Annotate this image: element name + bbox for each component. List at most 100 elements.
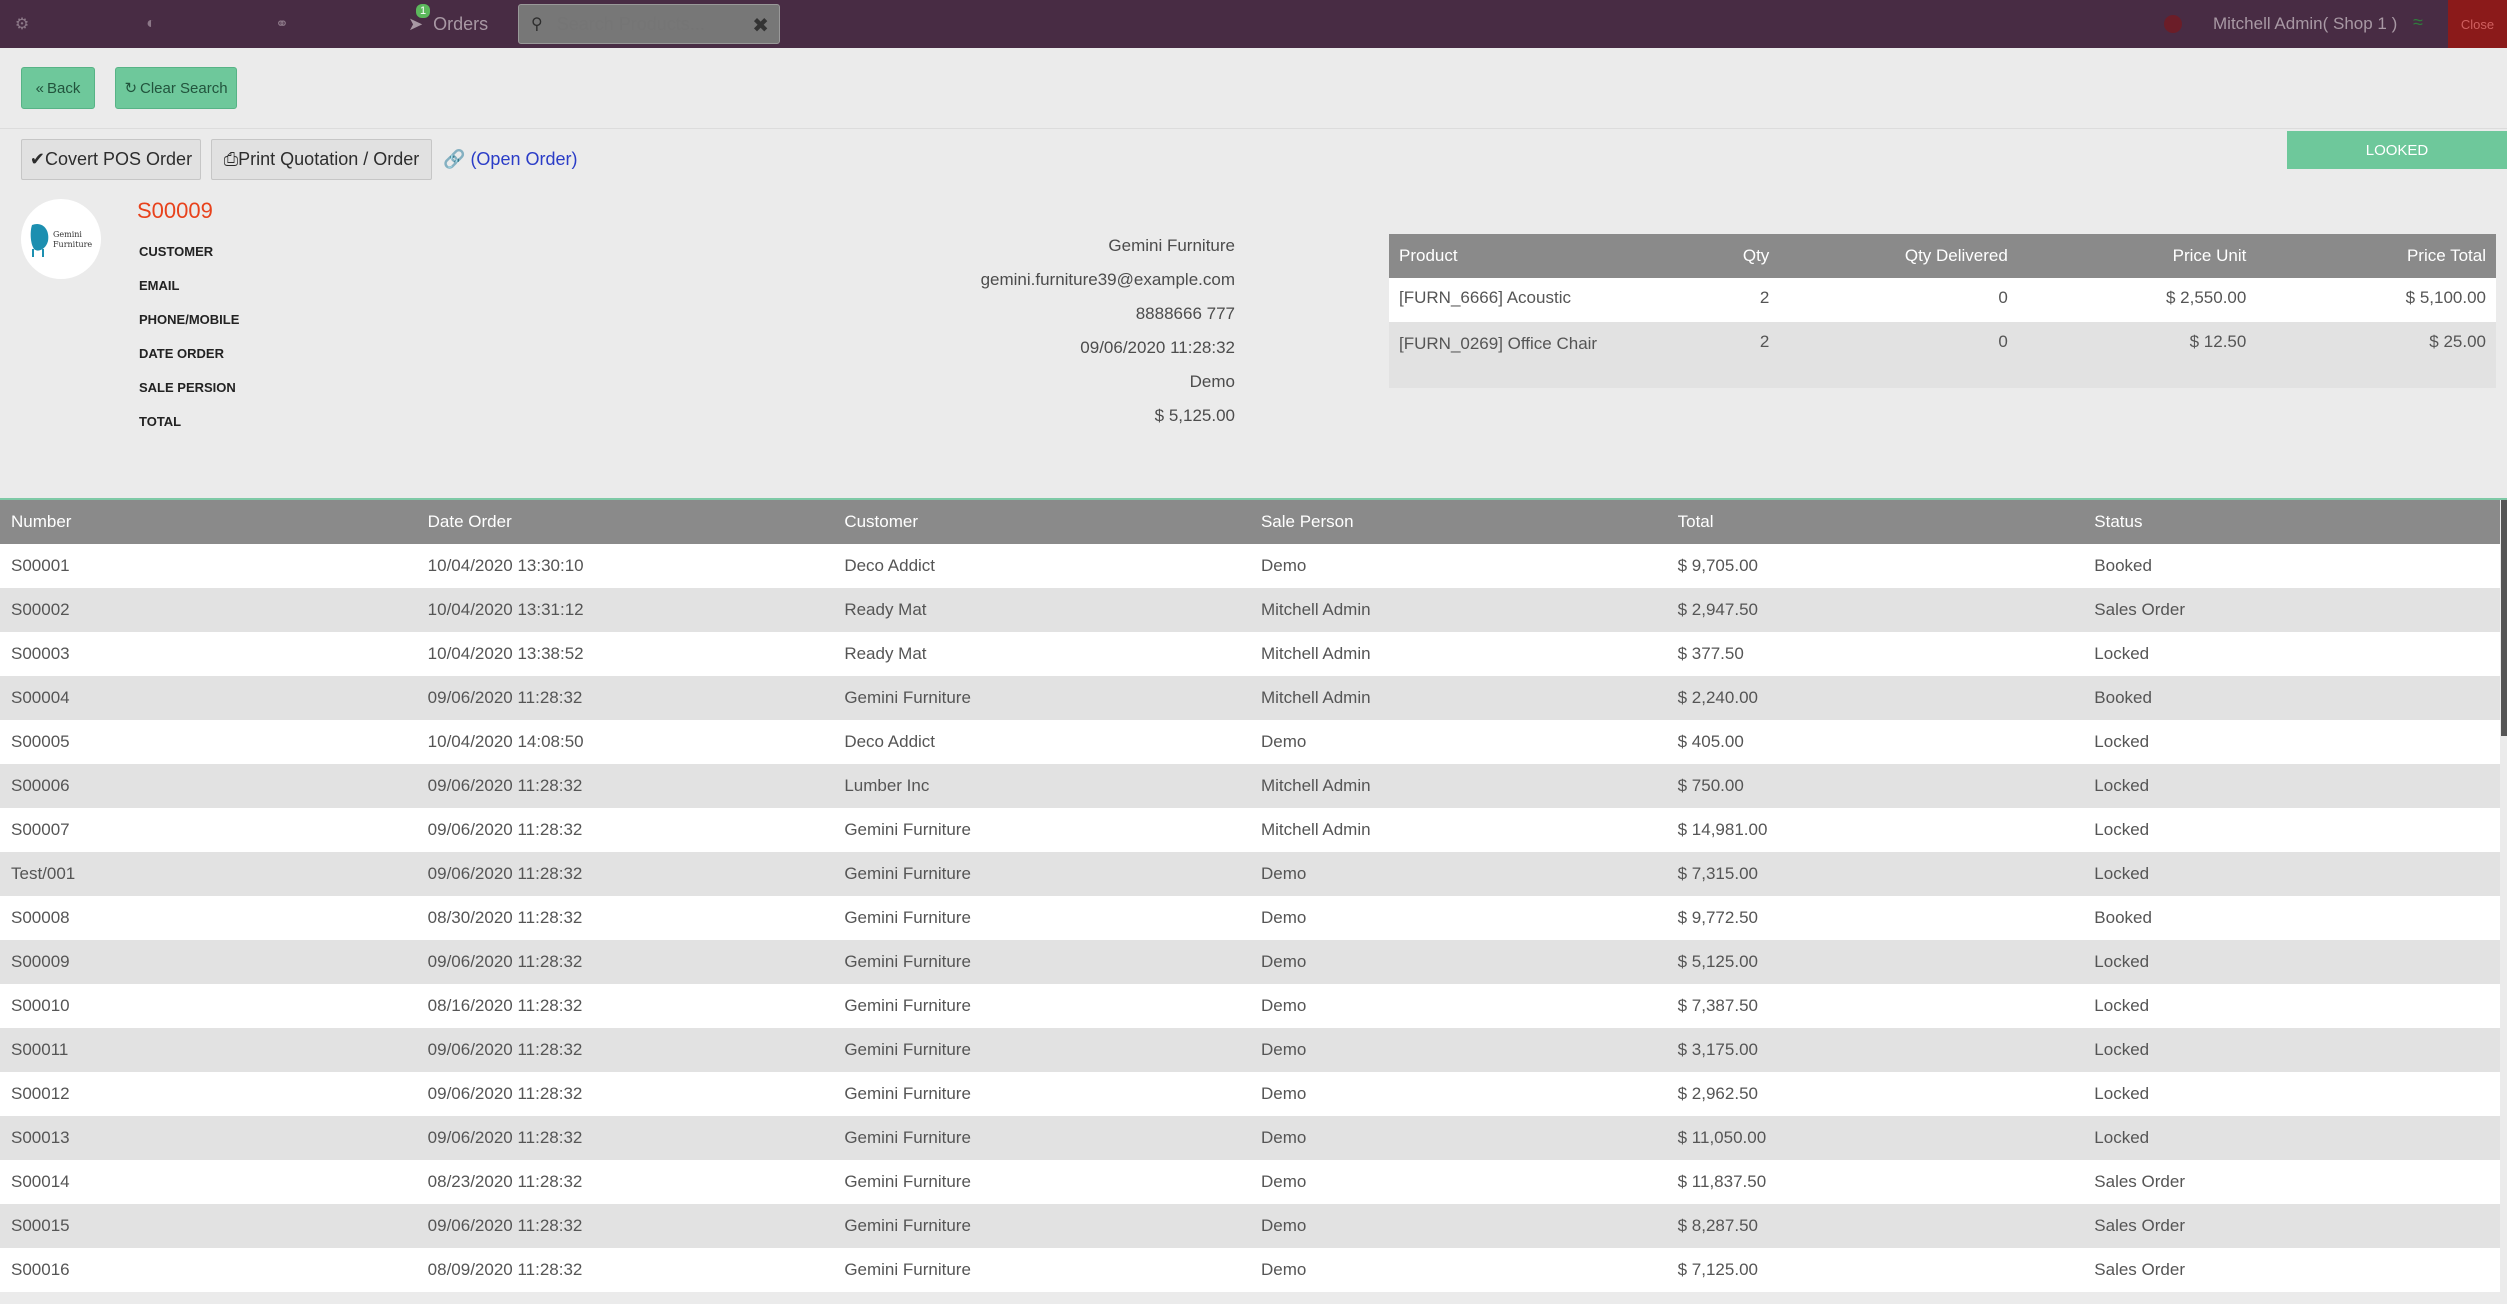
line-qty: 2 — [1670, 322, 1780, 388]
line-unit: $ 2,550.00 — [2017, 278, 2257, 322]
line-total: $ 25.00 — [2256, 322, 2496, 388]
date-order-label: DATE ORDER — [139, 346, 224, 361]
order-sale-person-cell: Demo — [1249, 984, 1667, 1028]
order-row[interactable]: S00015 09/06/2020 11:28:32 Gemini Furnitur… — [0, 1204, 2500, 1248]
order-total-cell: $ 9,705.00 — [1666, 544, 2084, 588]
order-status-cell: Locked — [2083, 1028, 2500, 1072]
order-number-cell: S00006 — [0, 764, 417, 808]
scrollbar[interactable] — [2501, 500, 2507, 736]
user-label[interactable]: Mitchell Admin( Shop 1 ) — [2213, 0, 2397, 48]
order-total-cell: $ 7,387.50 — [1666, 984, 2084, 1028]
line-unit: $ 12.50 — [2017, 322, 2257, 388]
rocket-icon: ➤ 1 — [408, 3, 431, 35]
order-number-cell: S00004 — [0, 676, 417, 720]
order-sale-person-cell: Mitchell Admin — [1249, 588, 1667, 632]
col-customer: Customer — [833, 500, 1250, 544]
phone-value: 8888666 777 — [1135, 304, 1235, 323]
order-number-cell: S00016 — [0, 1248, 417, 1292]
sale-person-label: SALE PERSION — [139, 380, 236, 395]
clear-search-label: Clear Search — [140, 79, 228, 97]
order-lines-table: Product Qty Qty Delivered Price Unit Pri… — [1389, 234, 2496, 388]
order-number-cell: S00003 — [0, 632, 417, 676]
clear-search-icon[interactable]: ✖ — [752, 13, 769, 38]
order-row[interactable]: S00009 09/06/2020 11:28:32 Gemini Furnitur… — [0, 940, 2500, 984]
settings-icon[interactable]: ⚙ — [12, 14, 32, 34]
line-total: $ 5,100.00 — [2256, 278, 2496, 322]
order-number-cell: S00007 — [0, 808, 417, 852]
order-date-cell: 10/04/2020 13:38:52 — [416, 632, 834, 676]
order-row[interactable]: S00014 08/23/2020 11:28:32 Gemini Furnitur… — [0, 1160, 2500, 1204]
order-date-cell: 10/04/2020 13:31:12 — [416, 588, 834, 632]
order-number: S00009 — [137, 198, 213, 223]
order-number-cell: S00014 — [0, 1160, 417, 1204]
close-button[interactable]: Close — [2448, 0, 2507, 48]
order-date-cell: 09/06/2020 11:28:32 — [416, 940, 834, 984]
back-button[interactable]: «Back — [21, 67, 95, 109]
search-box: ⚲ ✖ — [518, 4, 780, 44]
order-row[interactable]: S00012 09/06/2020 11:28:32 Gemini Furnitur… — [0, 1072, 2500, 1116]
wifi-icon: ≈ — [2413, 12, 2423, 32]
orders-button[interactable]: ➤ 1 Orders — [408, 0, 488, 48]
order-customer-cell: Deco Addict — [833, 544, 1250, 588]
customer-logo: Gemini Furniture — [21, 199, 101, 279]
orders-header: Number Date Order Customer Sale Person T… — [0, 500, 2500, 544]
order-row[interactable]: S00001 10/04/2020 13:30:10 Deco Addict Demo… — [0, 544, 2500, 588]
order-status-cell: Locked — [2083, 1116, 2500, 1160]
order-row[interactable]: S00005 10/04/2020 14:08:50 Deco Addict Demo… — [0, 720, 2500, 764]
order-row[interactable]: S00003 10/04/2020 13:38:52 Ready Mat Mitche… — [0, 632, 2500, 676]
order-status-cell: Locked — [2083, 1072, 2500, 1116]
open-order-link[interactable]: 🔗 (Open Order) — [443, 149, 577, 170]
order-date-cell: 09/06/2020 11:28:32 — [416, 1116, 834, 1160]
order-customer-cell: Gemini Furniture — [833, 1204, 1250, 1248]
order-number-cell: S00008 — [0, 896, 417, 940]
order-sale-person-cell: Demo — [1249, 720, 1667, 764]
order-total-cell: $ 750.00 — [1666, 764, 2084, 808]
order-number-cell: Test/001 — [0, 852, 417, 896]
order-date-cell: 09/06/2020 11:28:32 — [416, 676, 834, 720]
order-row[interactable]: S00004 09/06/2020 11:28:32 Gemini Furnitur… — [0, 676, 2500, 720]
order-total-cell: $ 14,981.00 — [1666, 808, 2084, 852]
order-row[interactable]: S00008 08/30/2020 11:28:32 Gemini Furnitur… — [0, 896, 2500, 940]
order-customer-cell: Deco Addict — [833, 720, 1250, 764]
total-value: $ 5,125.00 — [1154, 406, 1235, 425]
order-status-cell: Sales Order — [2083, 588, 2500, 632]
order-total-cell: $ 11,050.00 — [1666, 1116, 2084, 1160]
svg-text:Furniture: Furniture — [53, 240, 92, 249]
order-customer-cell: Gemini Furniture — [833, 1160, 1250, 1204]
order-row[interactable]: S00016 08/09/2020 11:28:32 Gemini Furnitur… — [0, 1248, 2500, 1292]
order-date-cell: 09/06/2020 11:28:32 — [416, 1028, 834, 1072]
customer-value: Gemini Furniture — [1108, 236, 1235, 255]
order-row[interactable]: S00007 09/06/2020 11:28:32 Gemini Furnitur… — [0, 808, 2500, 852]
order-sale-person-cell: Mitchell Admin — [1249, 632, 1667, 676]
order-row[interactable]: S00010 08/16/2020 11:28:32 Gemini Furnitur… — [0, 984, 2500, 1028]
order-sale-person-cell: Demo — [1249, 940, 1667, 984]
print-label: Print Quotation / Order — [238, 149, 420, 169]
open-order-label: (Open Order) — [470, 149, 578, 169]
order-date-cell: 08/23/2020 11:28:32 — [416, 1160, 834, 1204]
back-label: Back — [46, 79, 81, 97]
toggle-icon[interactable]: ◐ — [141, 14, 161, 34]
print-quotation-button[interactable]: ⎙ Print Quotation / Order — [211, 139, 432, 180]
convert-pos-order-button[interactable]: ✔ Covert POS Order — [21, 139, 201, 180]
order-sale-person-cell: Mitchell Admin — [1249, 764, 1667, 808]
order-total-cell: $ 405.00 — [1666, 720, 2084, 764]
order-customer-cell: Gemini Furniture — [833, 676, 1250, 720]
order-customer-cell: Gemini Furniture — [833, 1072, 1250, 1116]
order-total-cell: $ 8,287.50 — [1666, 1204, 2084, 1248]
order-row[interactable]: S00011 09/06/2020 11:28:32 Gemini Furnitur… — [0, 1028, 2500, 1072]
order-sale-person-cell: Demo — [1249, 1116, 1667, 1160]
order-sale-person-cell: Demo — [1249, 1028, 1667, 1072]
order-number-cell: S00005 — [0, 720, 417, 764]
order-row[interactable]: S00006 09/06/2020 11:28:32 Lumber Inc Mitch… — [0, 764, 2500, 808]
link-icon[interactable]: ⚭ — [272, 14, 292, 34]
order-row[interactable]: Test/001 09/06/2020 11:28:32 Gemini Furnit… — [0, 852, 2500, 896]
order-row[interactable]: S00002 10/04/2020 13:31:12 Ready Mat Mitche… — [0, 588, 2500, 632]
order-status-cell: Locked — [2083, 852, 2500, 896]
search-input[interactable] — [556, 13, 737, 35]
order-date-cell: 09/06/2020 11:28:32 — [416, 808, 834, 852]
order-customer-cell: Ready Mat — [833, 632, 1250, 676]
order-date-cell: 10/04/2020 14:08:50 — [416, 720, 834, 764]
clear-search-button[interactable]: ↻ Clear Search — [115, 67, 237, 109]
order-row[interactable]: S00013 09/06/2020 11:28:32 Gemini Furnitur… — [0, 1116, 2500, 1160]
col-product: Product — [1389, 234, 1671, 278]
